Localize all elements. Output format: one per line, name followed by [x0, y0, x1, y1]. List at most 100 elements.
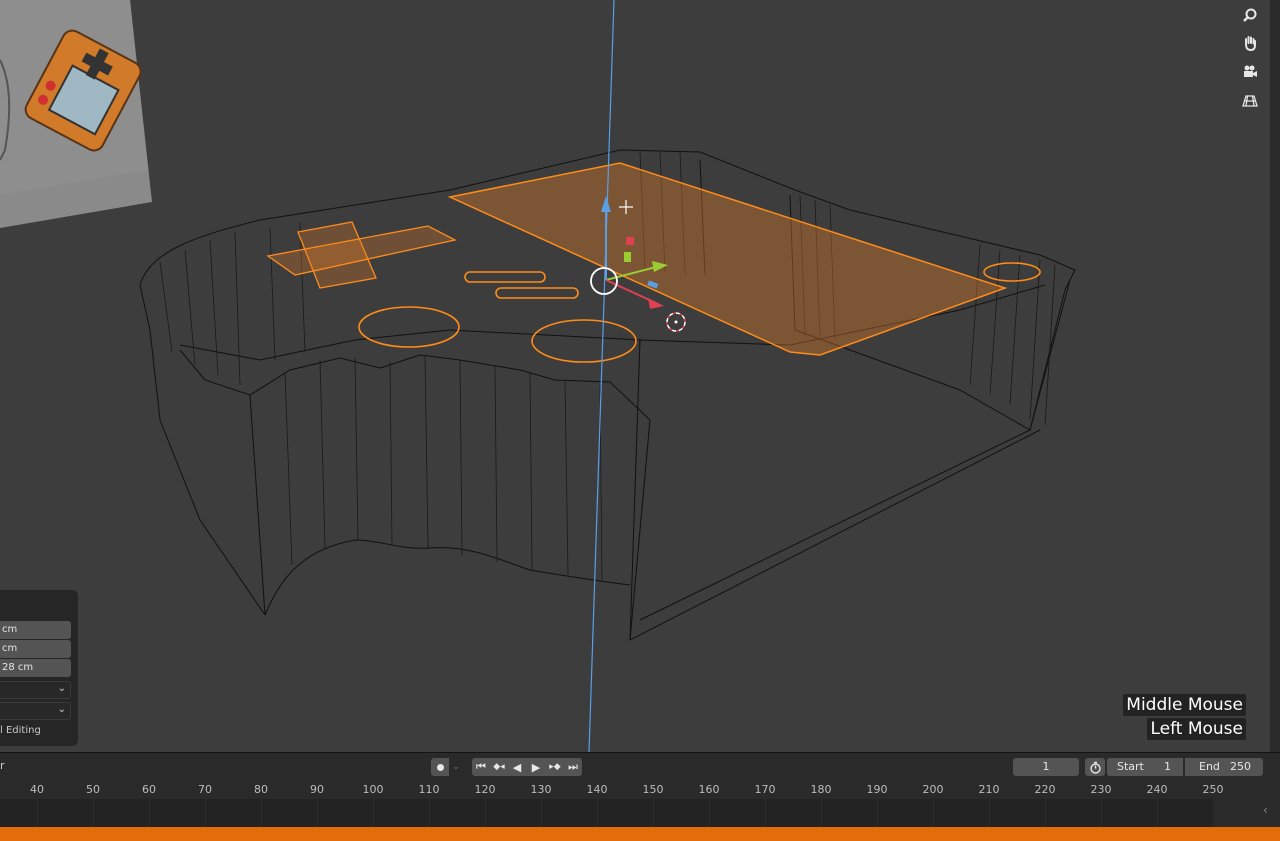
ruler-tick-label: 180 [810, 783, 832, 796]
ruler-tick-label: 160 [698, 783, 720, 796]
ruler-grid-line [989, 799, 990, 827]
play-reverse-button[interactable]: ◀ [508, 758, 526, 776]
pan-button[interactable] [1238, 31, 1262, 55]
jump-start-icon: ⏮ [476, 760, 486, 773]
start-frame-field[interactable]: Start 1 [1107, 758, 1183, 776]
reference-image [0, 0, 152, 228]
3d-viewport[interactable]: cm cm 28 cm ⌄ ⌄ l Editing Middle Mouse L… [0, 0, 1270, 752]
auto-keying-button[interactable] [431, 758, 449, 776]
chevron-left-icon: ‹ [1263, 803, 1268, 817]
ruler-tick-label: 120 [474, 783, 496, 796]
ruler-grid-line [373, 799, 374, 827]
ruler-grid-line [37, 799, 38, 827]
ruler-tick-label: 60 [142, 783, 156, 796]
start-value: 1 [1164, 760, 1171, 773]
ruler-grid-line [1157, 799, 1158, 827]
op-dropdown-2[interactable]: ⌄ [0, 702, 71, 720]
hand-icon [1245, 36, 1256, 51]
ruler-grid-line [877, 799, 878, 827]
op-field-2[interactable]: cm [0, 640, 71, 658]
chevron-down-icon: ⌄ [57, 683, 66, 694]
ruler-grid-line [261, 799, 262, 827]
ruler-tick-label: 70 [198, 783, 212, 796]
ruler-grid-line [765, 799, 766, 827]
pill-buttons[interactable] [464, 271, 579, 299]
ruler-grid-line [93, 799, 94, 827]
ruler-grid-line [1213, 799, 1214, 827]
ruler-tick-label: 40 [30, 783, 44, 796]
chevron-down-icon: ⌄ [452, 762, 460, 772]
ruler-tick-label: 140 [586, 783, 608, 796]
current-frame-field[interactable]: 1 [1013, 758, 1079, 776]
timeline-scroll-area[interactable]: ‹ [1215, 799, 1280, 827]
ruler-grid-line [933, 799, 934, 827]
ruler-grid-line [597, 799, 598, 827]
jump-end-button[interactable]: ⏭ [564, 758, 582, 776]
ruler-grid-line [1045, 799, 1046, 827]
ruler-tick-label: 130 [530, 783, 552, 796]
op-field-1[interactable]: cm [0, 621, 71, 639]
ruler-grid-line [709, 799, 710, 827]
camera-icon [1244, 65, 1257, 77]
grid-icon [1242, 95, 1258, 107]
op-dropdown-1[interactable]: ⌄ [0, 681, 71, 699]
prev-keyframe-button[interactable]: ◆◂ [490, 758, 508, 776]
ruler-tick-label: 110 [418, 783, 440, 796]
end-frame-field[interactable]: End 250 [1185, 758, 1263, 776]
ruler-grid-line [205, 799, 206, 827]
op-field-3[interactable]: 28 cm [0, 659, 71, 677]
selected-face[interactable] [447, 162, 1008, 356]
ruler-grid-line [485, 799, 486, 827]
camera-button[interactable] [1238, 60, 1262, 84]
ruler-tick-label: 240 [1146, 783, 1168, 796]
key-hint-middle-mouse: Middle Mouse [1123, 694, 1246, 716]
ruler-grid-line [429, 799, 430, 827]
ruler-grid-line [653, 799, 654, 827]
key-hint-left-mouse: Left Mouse [1147, 718, 1246, 740]
op-label-editing[interactable]: l Editing [0, 725, 41, 736]
jump-end-icon: ⏭ [568, 760, 578, 773]
jump-start-button[interactable]: ⏮ [472, 758, 490, 776]
play-button[interactable]: ▶ [526, 758, 546, 776]
chevron-down-icon: ⌄ [57, 704, 66, 715]
start-label: Start [1117, 760, 1144, 773]
end-value: 250 [1230, 760, 1251, 773]
ruler-tick-label: 100 [362, 783, 384, 796]
next-keyframe-icon: ▸◆ [549, 762, 561, 772]
ruler-tick-label: 150 [642, 783, 664, 796]
play-reverse-icon: ◀ [512, 760, 522, 774]
timeline-menu-label[interactable]: r [0, 759, 5, 772]
keying-dropdown[interactable]: ⌄ [449, 758, 463, 776]
ruler-tick-label: 200 [922, 783, 944, 796]
zoom-button[interactable] [1238, 3, 1262, 27]
dpad-selection[interactable] [266, 221, 457, 289]
z-axis-line [588, 0, 615, 752]
ruler-tick-label: 190 [866, 783, 888, 796]
mesh-scene[interactable] [0, 0, 1270, 752]
ruler-grid-line [149, 799, 150, 827]
next-keyframe-button[interactable]: ▸◆ [546, 758, 564, 776]
ruler-tick-label: 170 [754, 783, 776, 796]
status-bar [0, 827, 1280, 841]
timeline-header: r ⌄ ⏮ ◆◂ ◀ ▶ ▸◆ ⏭ 1 Start 1 End 250 [0, 752, 1280, 780]
ruler-grid-line [1101, 799, 1102, 827]
end-label: End [1199, 760, 1220, 773]
sidebar-strip[interactable] [1270, 0, 1280, 752]
magnifier-icon [1243, 8, 1257, 22]
ruler-grid-line [317, 799, 318, 827]
ruler-grid-line [541, 799, 542, 827]
stopwatch-icon [1089, 761, 1101, 774]
ruler-tick-label: 220 [1034, 783, 1056, 796]
ruler-grid-line [821, 799, 822, 827]
timeline-editor[interactable]: r ⌄ ⏮ ◆◂ ◀ ▶ ▸◆ ⏭ 1 Start 1 End 250 40 50… [0, 752, 1280, 827]
ruler-tick-label: 250 [1202, 783, 1224, 796]
timeline-track[interactable] [0, 799, 1215, 827]
preview-range-button[interactable] [1085, 758, 1105, 776]
ruler-tick-label: 80 [254, 783, 268, 796]
ortho-toggle-button[interactable] [1238, 89, 1262, 113]
timeline-ruler[interactable]: 40 50 60 70 80 90 100 110 120 130 140 150 160 170 180 1… [0, 779, 1280, 799]
ruler-tick-label: 50 [86, 783, 100, 796]
record-icon [436, 763, 444, 771]
ruler-tick-label: 90 [310, 783, 324, 796]
3d-cursor[interactable] [666, 312, 686, 332]
